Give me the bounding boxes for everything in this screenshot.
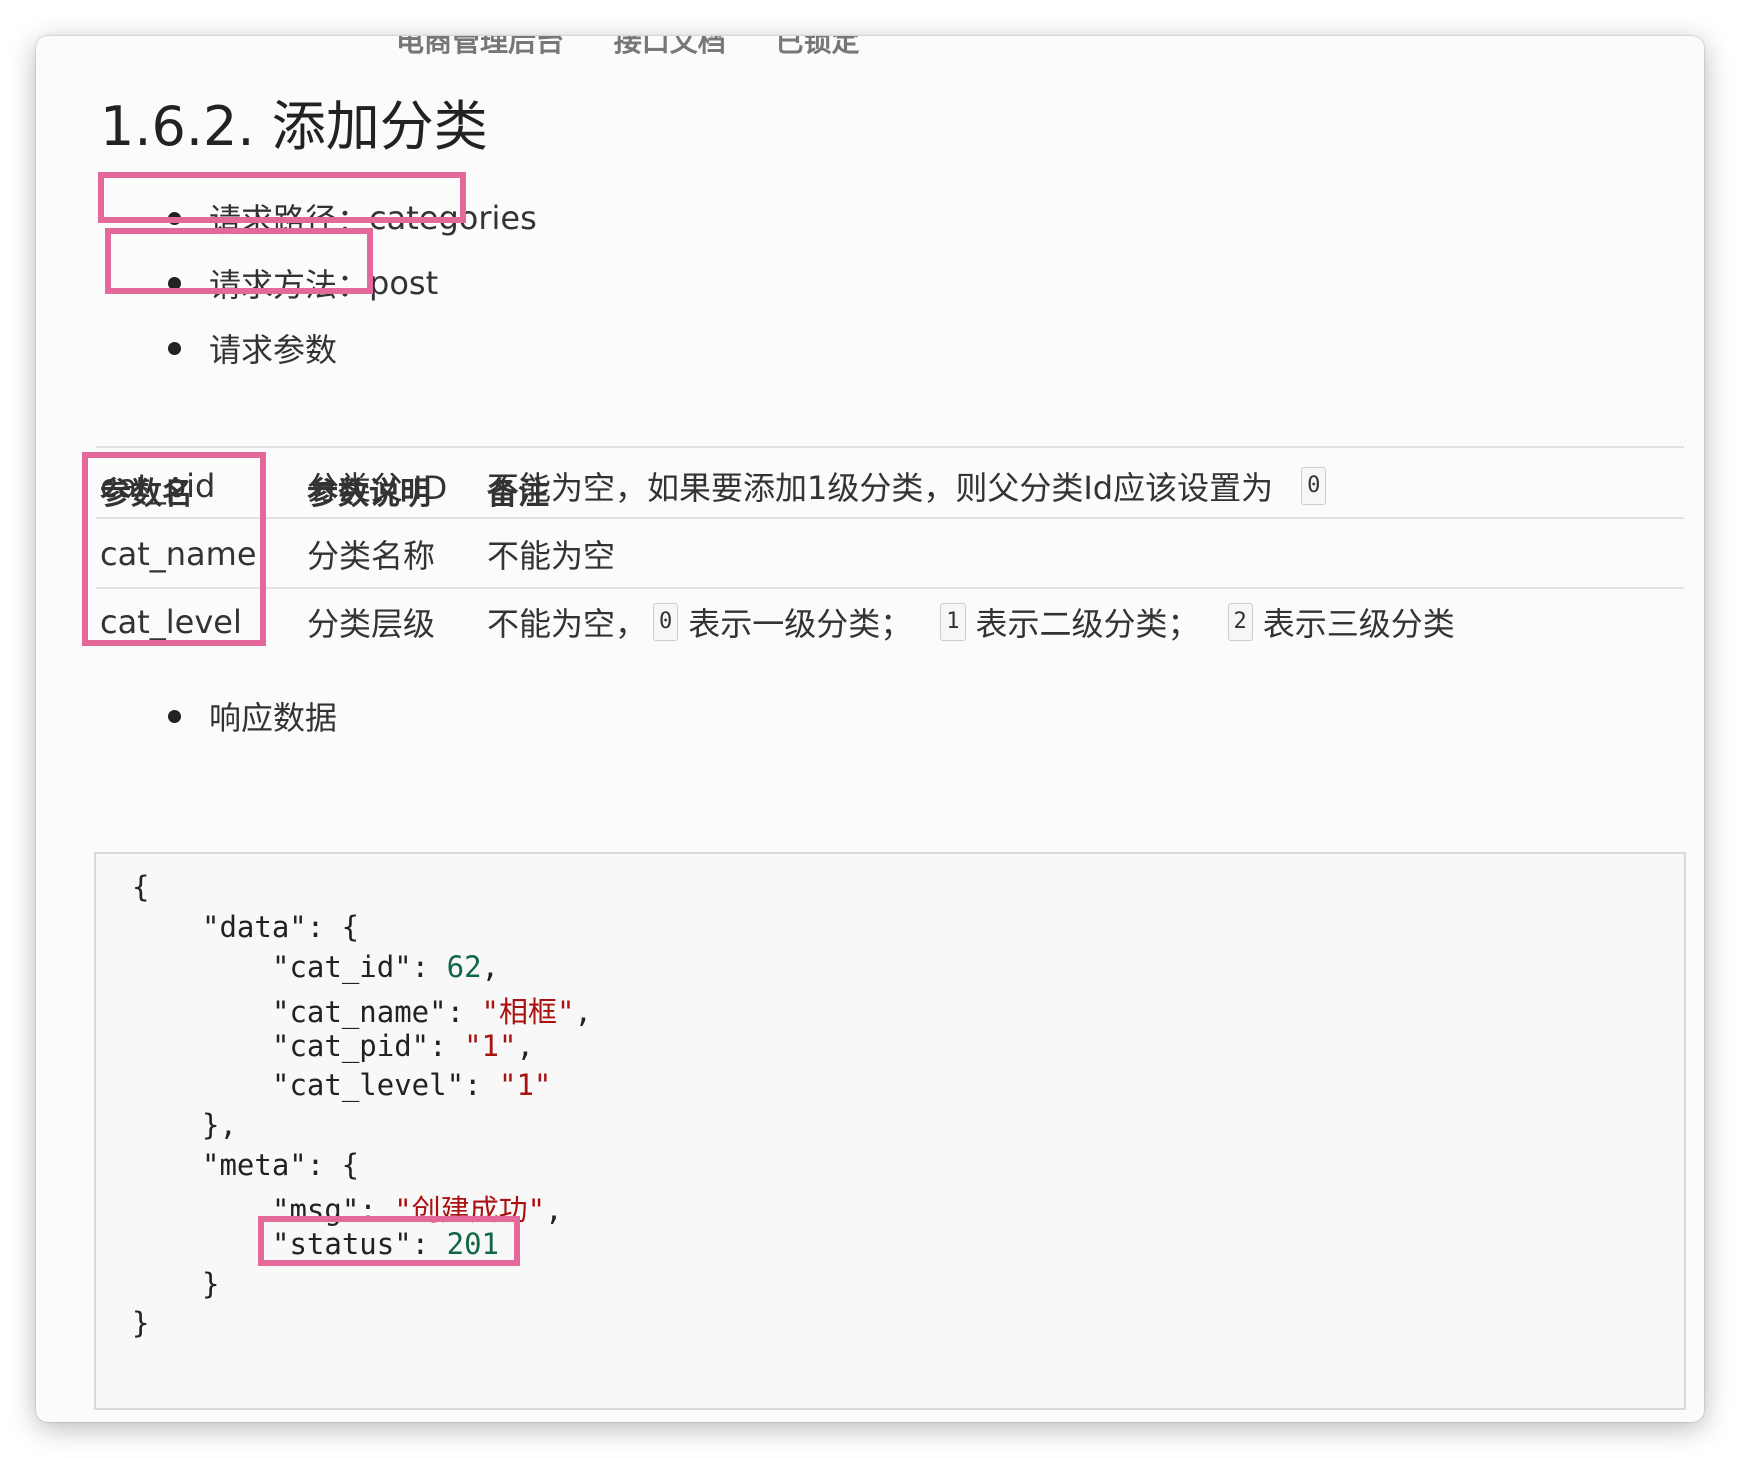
page-title: 1.6.2. 添加分类	[100, 95, 488, 158]
table-row-3-note: 不能为空， 0 表示一级分类； 1 表示二级分类； 2 表示三级分类	[487, 603, 1455, 643]
code-line: "cat_pid": "1",	[272, 1029, 534, 1063]
table-row-2-note: 不能为空	[487, 537, 616, 575]
bullet-dot	[168, 709, 181, 723]
bullet-dot	[168, 276, 181, 290]
code-line: "data": {	[202, 910, 360, 944]
code-line: "cat_level": "1"	[272, 1068, 552, 1102]
inline-code: 0	[653, 603, 679, 641]
code-line: }	[132, 1306, 150, 1340]
table-divider	[96, 587, 1684, 589]
request-path-value: categories	[369, 199, 537, 237]
code-line: "cat_id": 62,	[272, 950, 499, 984]
table-row-2-desc: 分类名称	[307, 537, 436, 575]
bullet-request-method: 请求方法： post	[132, 255, 438, 311]
table-row-3-name: cat_level	[100, 603, 242, 641]
code-line: "meta": {	[202, 1148, 360, 1182]
table-divider	[96, 517, 1684, 519]
header-fragment: 电商管理后台 接口文档 已锁定	[396, 36, 860, 58]
table-row-1-note: 不能为空，如果要添加1级分类，则父分类Id应该设置为 0	[487, 456, 1336, 516]
code-line: },	[202, 1108, 237, 1142]
bullet-request-path: 请求路径： categories	[132, 190, 537, 246]
code-line: {	[132, 870, 150, 904]
request-method-value: post	[369, 264, 439, 302]
table-row-3-desc: 分类层级	[307, 605, 436, 643]
code-line: "cat_name": "相框",	[272, 995, 592, 1029]
code-block: { "data": { "cat_id": 62, "cat_name": "相…	[94, 852, 1686, 1410]
table-row-1-name: cat_pid	[100, 467, 216, 505]
request-params-label: 请求参数	[209, 331, 338, 369]
inline-code: 2	[1227, 603, 1253, 641]
response-data-label: 响应数据	[209, 699, 338, 737]
bullet-dot	[168, 341, 181, 355]
table-row-1-desc: 分类父 ID	[307, 469, 448, 507]
code-line: "status": 201	[272, 1227, 499, 1261]
table-row-2-name: cat_name	[100, 535, 257, 573]
table-divider	[96, 446, 1684, 448]
inline-code: 0	[1301, 467, 1327, 505]
bullet-dot	[168, 211, 181, 225]
inline-code: 1	[940, 603, 966, 641]
code-line: "msg": "创建成功",	[272, 1193, 563, 1227]
bullet-request-params: 请求参数	[132, 320, 337, 376]
bullet-response-data: 响应数据	[132, 688, 337, 744]
document-window: 电商管理后台 接口文档 已锁定 1.6.2. 添加分类 请求路径： catego…	[36, 36, 1704, 1422]
code-line: }	[202, 1267, 220, 1301]
request-path-label: 请求路径：	[209, 201, 370, 239]
request-method-label: 请求方法：	[209, 266, 370, 304]
